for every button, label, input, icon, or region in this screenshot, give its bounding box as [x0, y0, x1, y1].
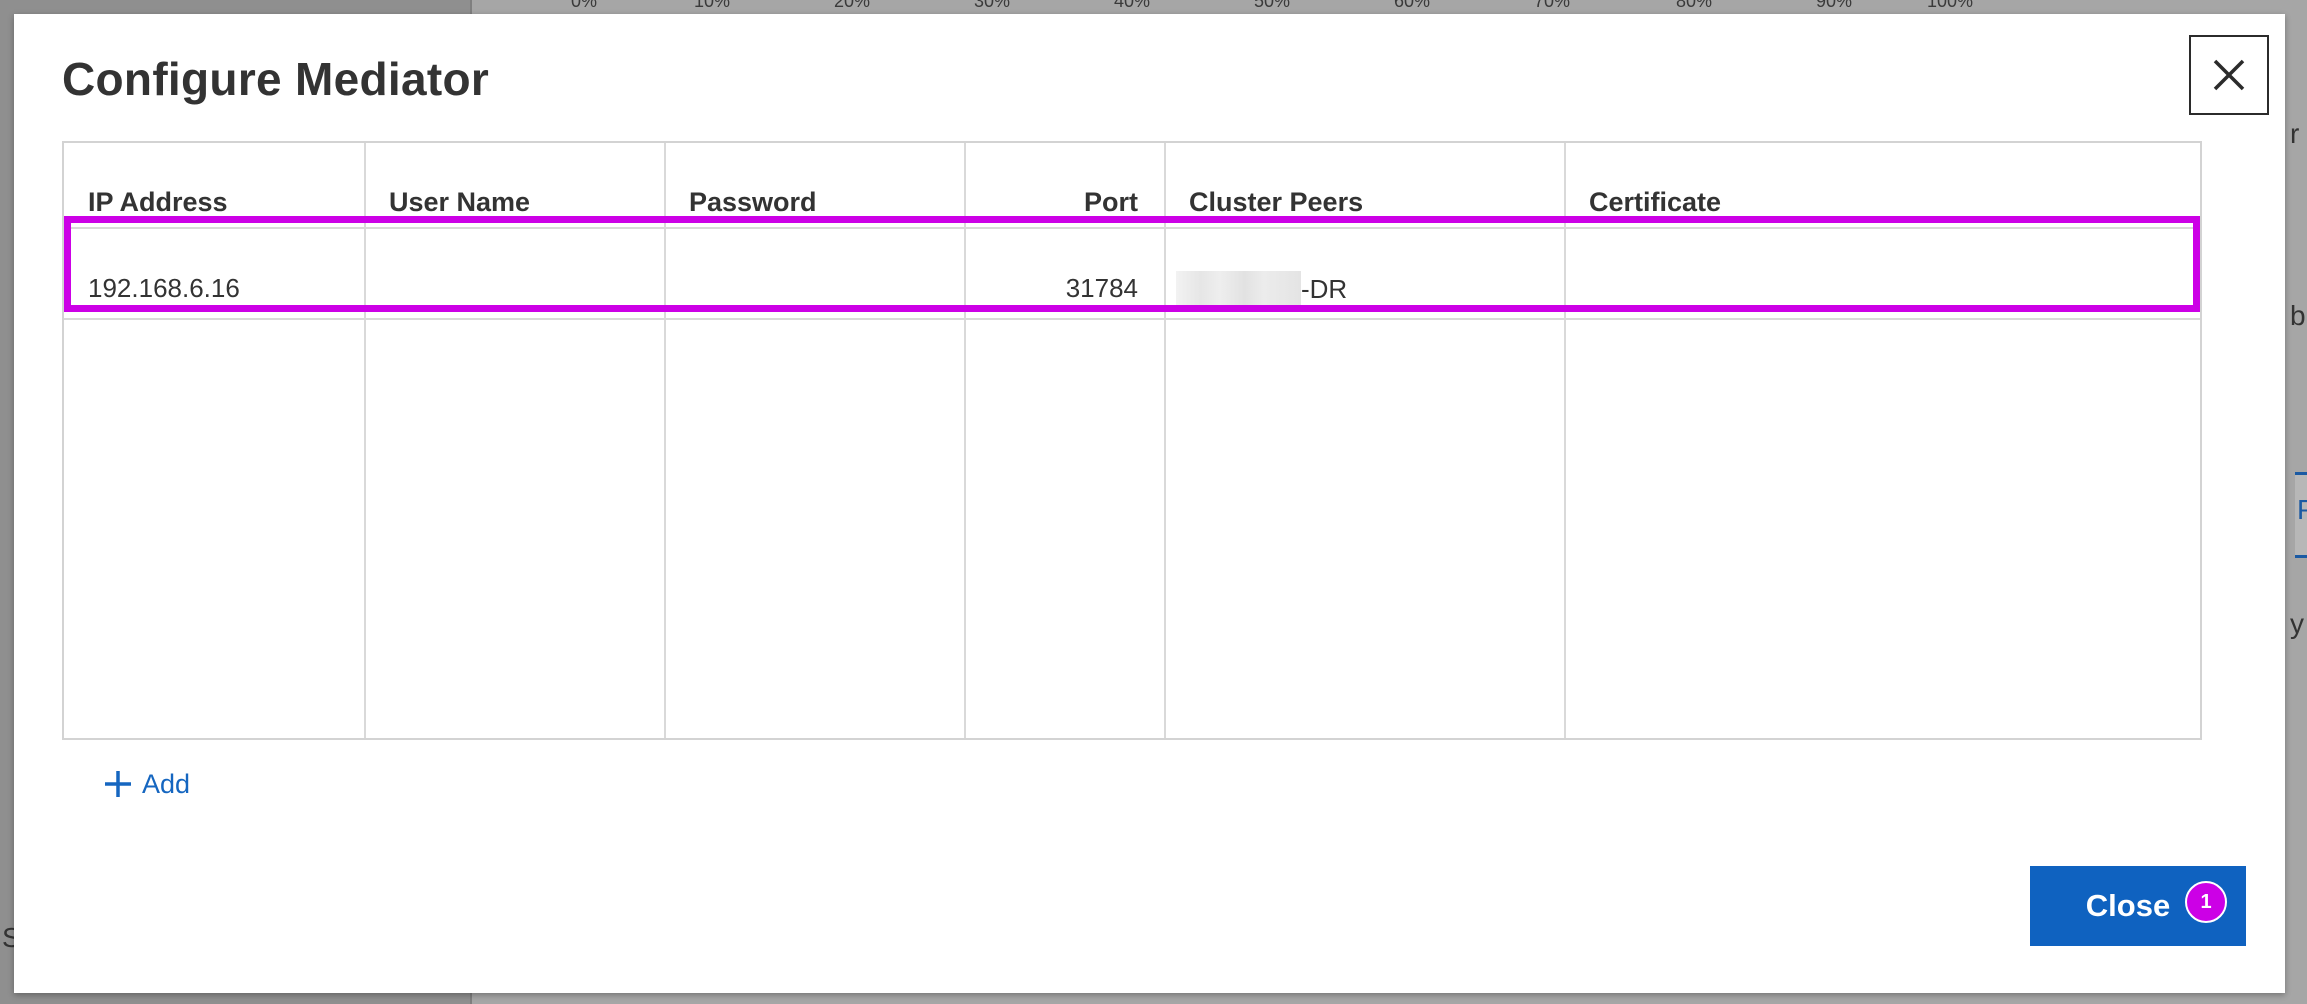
axis-tick: 100% [1926, 0, 1974, 11]
axis-tick: 90% [1815, 0, 1853, 11]
axis-tick: 70% [1533, 0, 1571, 11]
step-badge: 1 [2185, 881, 2227, 923]
background-text-fragment: y [2290, 608, 2304, 639]
column-header-user-name[interactable]: User Name [389, 187, 530, 217]
background-text-fragment: b [2290, 300, 2306, 331]
column-header-certificate[interactable]: Certificate [1589, 187, 1721, 217]
axis-tick: 60% [1393, 0, 1431, 11]
column-header-password[interactable]: Password [689, 187, 817, 217]
add-label: Add [142, 768, 191, 799]
axis-tick: 10% [693, 0, 731, 11]
column-header-cluster-peers[interactable]: Cluster Peers [1189, 187, 1363, 217]
background-text-fragment: P [2297, 494, 2307, 525]
axis-tick: 30% [973, 0, 1011, 11]
background-text-fragment: r [2290, 118, 2300, 149]
close-button-label: Close [2085, 888, 2171, 923]
axis-tick: 0% [570, 0, 598, 11]
dialog-close-button[interactable] [2189, 35, 2269, 115]
add-mediator-link[interactable]: Add [102, 768, 190, 800]
axis-tick: 80% [1675, 0, 1713, 11]
axis-tick: 50% [1253, 0, 1291, 11]
row-divider [64, 318, 2200, 320]
column-header-ip-address[interactable]: IP Address [88, 187, 228, 217]
selected-mediator-row[interactable] [64, 216, 2200, 312]
axis-tick: 40% [1113, 0, 1151, 11]
plus-icon [102, 768, 134, 800]
axis-tick: 20% [833, 0, 871, 11]
dialog-title: Configure Mediator [62, 53, 490, 105]
configure-mediator-dialog: Configure Mediator IP Address User Name … [14, 14, 2285, 993]
close-icon [2213, 59, 2245, 91]
column-header-port[interactable]: Port [1084, 187, 1138, 217]
